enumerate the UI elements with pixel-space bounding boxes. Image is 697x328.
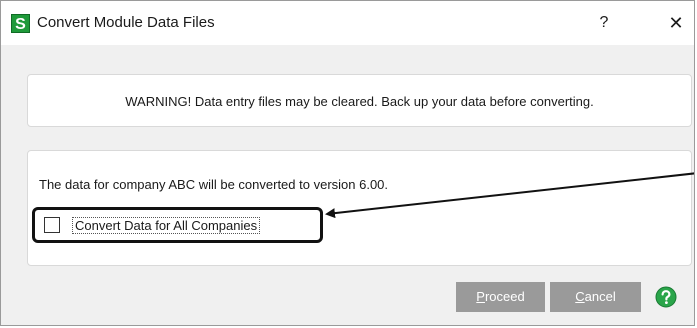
cancel-button[interactable]: Cancel: [550, 282, 641, 312]
help-button[interactable]: ?: [589, 10, 619, 36]
warning-panel: WARNING! Data entry files may be cleared…: [27, 74, 692, 127]
convert-info-text: The data for company ABC will be convert…: [39, 177, 389, 192]
title-bar: S Convert Module Data Files ? ✕: [1, 1, 694, 45]
window-title: Convert Module Data Files: [37, 14, 215, 31]
convert-module-dialog: S Convert Module Data Files ? ✕ WARNING!…: [0, 0, 695, 326]
proceed-button[interactable]: Proceed: [456, 282, 545, 312]
annotation-highlight-box: [32, 207, 323, 243]
proceed-label: roceed: [484, 289, 525, 304]
help-circle-icon[interactable]: [655, 286, 677, 308]
app-icon: S: [11, 14, 30, 33]
proceed-hotkey: P: [476, 289, 485, 304]
cancel-hotkey: C: [575, 289, 585, 304]
warning-message: WARNING! Data entry files may be cleared…: [125, 94, 594, 109]
cancel-label: ancel: [584, 289, 616, 304]
close-button[interactable]: ✕: [661, 10, 691, 36]
